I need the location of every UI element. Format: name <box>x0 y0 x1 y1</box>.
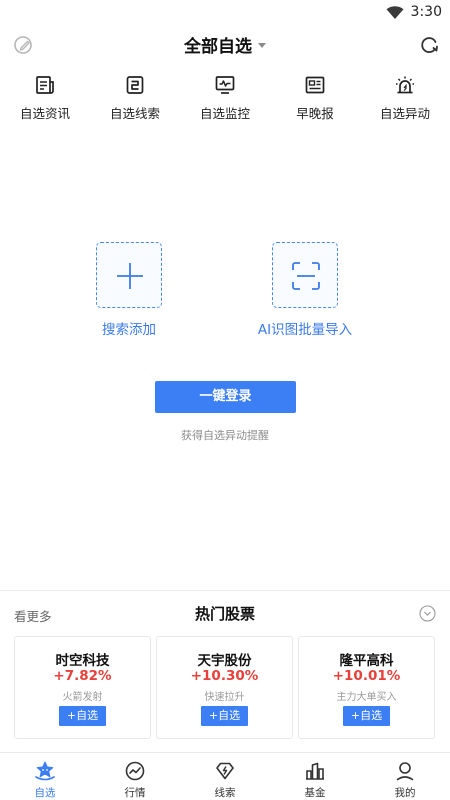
status-time: 3:30 <box>410 4 442 20</box>
stock-card[interactable]: 时空科技 +7.82% 火箭发射 +自选 <box>14 636 151 739</box>
add-to-watchlist-button[interactable]: +自选 <box>59 706 106 726</box>
quick-nav-report[interactable]: 早晚报 <box>270 74 360 124</box>
clue-diamond-icon <box>216 762 234 780</box>
quick-nav-clues[interactable]: 自选线索 <box>90 74 180 124</box>
hot-stocks-title: 热门股票 <box>194 605 255 623</box>
news-icon <box>36 76 54 94</box>
monitor-icon <box>215 76 235 94</box>
tab-watchlist[interactable]: 自选 <box>0 753 90 800</box>
watchlist-group-selector[interactable]: 全部自选 <box>0 32 450 57</box>
quick-nav-monitor[interactable]: 自选监控 <box>180 74 270 124</box>
tab-market[interactable]: 行情 <box>90 753 180 800</box>
collapse-chevron-icon[interactable] <box>419 605 436 622</box>
market-icon <box>125 761 145 781</box>
search-add-label[interactable]: 搜索添加 <box>96 318 162 338</box>
see-more-link[interactable]: 看更多 <box>14 606 52 625</box>
ai-import-button[interactable] <box>272 242 338 308</box>
tab-label: 行情 <box>124 787 146 799</box>
stock-change: +10.30% <box>190 668 259 684</box>
hot-stocks-header: 热门股票 看更多 <box>0 591 450 635</box>
stock-name: 隆平高科 <box>339 653 394 669</box>
clue-icon <box>126 76 144 94</box>
stock-name: 时空科技 <box>55 653 110 669</box>
quick-nav-label: 早晚报 <box>296 106 334 121</box>
report-icon <box>305 76 325 94</box>
quick-nav-news[interactable]: 自选资讯 <box>0 74 90 124</box>
page-title: 全部自选 <box>184 37 252 57</box>
stock-card[interactable]: 隆平高科 +10.01% 主力大单买入 +自选 <box>298 636 435 739</box>
tab-profile[interactable]: 我的 <box>360 753 450 800</box>
quick-nav-label: 自选资讯 <box>19 106 70 121</box>
tab-label: 基金 <box>304 787 326 799</box>
quick-nav-alerts[interactable]: 自选异动 <box>360 74 450 124</box>
quick-nav-label: 自选监控 <box>199 106 250 121</box>
status-bar: 3:30 <box>0 0 450 26</box>
tab-label: 线索 <box>214 787 236 799</box>
fund-icon <box>306 762 324 780</box>
quick-nav-label: 自选线索 <box>109 106 160 121</box>
stock-card[interactable]: 天宇股份 +10.30% 快速拉升 +自选 <box>156 636 293 739</box>
one-click-login-button[interactable]: 一键登录 <box>155 381 296 413</box>
search-add-button[interactable] <box>96 242 162 308</box>
plus-icon <box>117 263 143 289</box>
login-hint: 获得自选异动提醒 <box>181 429 269 442</box>
add-to-watchlist-button[interactable]: +自选 <box>343 706 390 726</box>
stock-change: +10.01% <box>332 668 401 684</box>
top-header: 全部自选 <box>0 26 450 64</box>
bottom-tab-bar: 自选 行情 线索 基金 我的 <box>0 752 450 800</box>
alarm-icon <box>396 76 414 94</box>
quick-nav-label: 自选异动 <box>379 106 430 121</box>
tab-fund[interactable]: 基金 <box>270 753 360 800</box>
stock-change: +7.82% <box>53 668 112 684</box>
stock-tag: 主力大单买入 <box>336 692 397 703</box>
refresh-icon[interactable] <box>418 34 440 56</box>
add-to-watchlist-button[interactable]: +自选 <box>201 706 248 726</box>
stock-tag: 快速拉升 <box>204 692 245 703</box>
tab-label: 我的 <box>394 787 416 799</box>
chevron-down-icon <box>258 43 266 48</box>
scan-icon <box>292 262 320 290</box>
stock-tag: 火箭发射 <box>62 692 103 703</box>
hot-stocks-section: 热门股票 看更多 时空科技 +7.82% 火箭发射 +自选 天宇股份 +10.3… <box>0 590 450 752</box>
tab-label: 自选 <box>34 787 56 799</box>
wifi-icon <box>386 6 404 19</box>
ai-import-label[interactable]: AI识图批量导入 <box>245 318 365 338</box>
quick-nav: 自选资讯 自选线索 自选监控 早晚报 自选异动 <box>0 74 450 124</box>
tab-clues[interactable]: 线索 <box>180 753 270 800</box>
watchlist-icon <box>35 761 55 781</box>
stock-name: 天宇股份 <box>197 653 252 669</box>
profile-icon <box>396 762 414 781</box>
